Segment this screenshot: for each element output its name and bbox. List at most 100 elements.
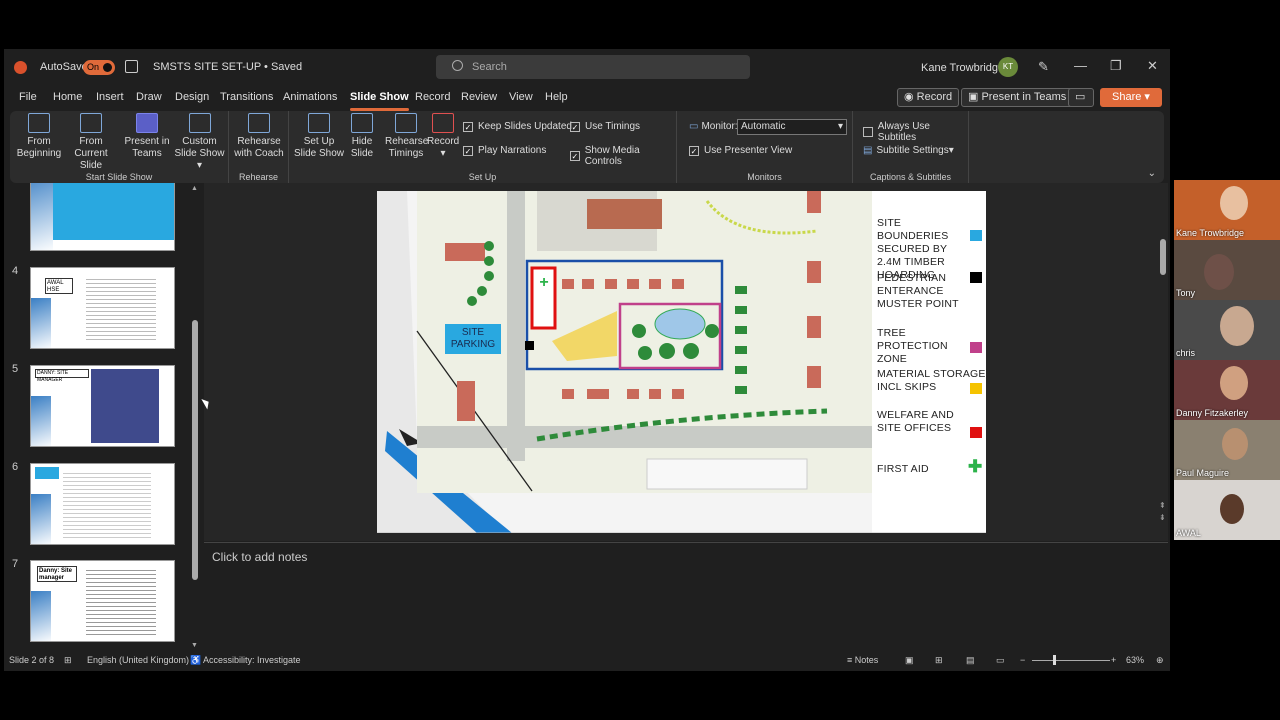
tab-slide-show[interactable]: Slide Show bbox=[350, 91, 409, 111]
user-name[interactable]: Kane Trowbridge bbox=[921, 62, 1004, 74]
monitor-select[interactable]: Automatic ▾ bbox=[737, 119, 847, 135]
participant-face bbox=[1204, 254, 1234, 290]
share-button[interactable]: Share ▾ bbox=[1100, 88, 1162, 107]
legend-swatch-magenta bbox=[970, 342, 982, 353]
slide-thumbnail-4[interactable]: AWAL HSE bbox=[30, 267, 175, 349]
thumb-decor bbox=[31, 396, 51, 446]
zoom-slider-thumb[interactable] bbox=[1053, 655, 1056, 665]
slide-thumbnail-5[interactable]: DANNY: SITE MANAGER bbox=[30, 365, 175, 447]
restore-icon[interactable]: ❐ bbox=[1110, 58, 1122, 74]
slide-show-view-icon[interactable]: ▭ bbox=[996, 655, 1005, 666]
legend-first-aid: FIRST AID bbox=[877, 463, 929, 475]
play-narrations-checkbox[interactable]: ✓ Play Narrations bbox=[463, 145, 546, 156]
language-status[interactable]: English (United Kingdom) bbox=[87, 655, 189, 665]
slide-counter: Slide 2 of 8 bbox=[9, 655, 55, 665]
hide-slide-button[interactable]: Hide Slide bbox=[347, 113, 377, 160]
tab-help[interactable]: Help bbox=[545, 91, 568, 103]
group-label: Set Up bbox=[468, 172, 497, 182]
slide-thumbnail-3[interactable] bbox=[30, 183, 175, 251]
tab-view[interactable]: View bbox=[509, 91, 533, 103]
teams-icon bbox=[136, 113, 158, 133]
tab-review[interactable]: Review bbox=[461, 91, 497, 103]
present-in-teams-button[interactable]: ▣ Present in Teams bbox=[961, 88, 1074, 107]
hide-slide-label: Hide Slide bbox=[350, 136, 374, 159]
prev-slide-icon[interactable]: ⇞ bbox=[1159, 501, 1166, 510]
legend-pedestrian-entrance: PEDESTRIAN ENTERANCE MUSTER POINT bbox=[877, 272, 959, 310]
notes-pane[interactable]: Click to add notes bbox=[204, 542, 1168, 649]
search-box[interactable]: Search bbox=[436, 55, 750, 79]
next-slide-icon[interactable]: ⇟ bbox=[1159, 513, 1166, 522]
minimize-icon[interactable]: — bbox=[1074, 58, 1087, 73]
show-media-controls-checkbox[interactable]: ✓ Show Media Controls bbox=[570, 145, 676, 167]
always-use-subtitles-checkbox[interactable]: Always Use Subtitles bbox=[863, 121, 968, 143]
setup-icon bbox=[308, 113, 330, 133]
tab-file[interactable]: File bbox=[19, 91, 37, 103]
tab-home[interactable]: Home bbox=[53, 91, 82, 103]
spellcheck-icon[interactable]: ⊞ bbox=[64, 655, 72, 666]
use-timings-checkbox[interactable]: ✓ Use Timings bbox=[570, 121, 640, 132]
notes-toggle-label: Notes bbox=[854, 655, 879, 665]
autosave-toggle[interactable]: On bbox=[83, 60, 115, 75]
close-icon[interactable]: ✕ bbox=[1147, 58, 1158, 74]
tab-draw[interactable]: Draw bbox=[136, 91, 162, 103]
from-current-slide-button[interactable]: From Current Slide bbox=[64, 113, 118, 172]
rehearse-with-coach-button[interactable]: Rehearse with Coach bbox=[233, 113, 285, 160]
rehearse-timings-button[interactable]: Rehearse Timings bbox=[385, 113, 428, 160]
save-icon[interactable] bbox=[125, 60, 138, 73]
scrollbar-thumb[interactable] bbox=[192, 320, 198, 580]
tab-insert[interactable]: Insert bbox=[96, 91, 124, 103]
group-label: Start Slide Show bbox=[85, 172, 153, 182]
accessibility-status[interactable]: Accessibility: Investigate bbox=[203, 655, 301, 665]
record-ribbon-label: Record bbox=[427, 136, 460, 147]
zoom-slider[interactable] bbox=[1032, 660, 1110, 661]
tab-transitions[interactable]: Transitions bbox=[220, 91, 273, 103]
tab-animations[interactable]: Animations bbox=[283, 91, 337, 103]
avatar[interactable]: KT bbox=[998, 57, 1018, 77]
current-slide[interactable]: + SITE PARKING SITE BOUNDERIES SECURED B… bbox=[377, 191, 986, 533]
scroll-up-icon[interactable]: ▲ bbox=[191, 185, 198, 192]
normal-view-icon[interactable]: ▣ bbox=[905, 655, 914, 666]
group-label: Captions & Subtitles bbox=[869, 172, 952, 182]
scroll-down-icon[interactable]: ▼ bbox=[191, 642, 198, 649]
notes-toggle[interactable]: ≡ Notes bbox=[847, 655, 878, 665]
slide-sorter-icon[interactable]: ⊞ bbox=[935, 655, 943, 666]
thumb-content bbox=[53, 183, 174, 240]
participant-face bbox=[1220, 306, 1254, 346]
participant-name: Danny Fitzakerley bbox=[1176, 408, 1249, 418]
editor-scrollbar-thumb[interactable] bbox=[1160, 239, 1166, 275]
present-in-teams-ribbon-button[interactable]: Present in Teams bbox=[124, 113, 170, 160]
zoom-in-icon[interactable]: + bbox=[1111, 655, 1116, 665]
set-up-slide-show-button[interactable]: Set Up Slide Show bbox=[293, 113, 345, 160]
document-title[interactable]: SMSTS SITE SET-UP • Saved bbox=[153, 61, 302, 73]
reading-view-icon[interactable]: ▤ bbox=[966, 655, 975, 666]
thumbnails-scrollbar[interactable]: ▲ ▼ bbox=[191, 185, 199, 651]
slide-thumbnail-7[interactable]: Danny: Site manager bbox=[30, 560, 175, 642]
participant-name: Tony bbox=[1176, 288, 1196, 298]
tab-design[interactable]: Design bbox=[175, 91, 209, 103]
comments-button[interactable]: ▭ bbox=[1068, 88, 1094, 107]
keep-slides-updated-checkbox[interactable]: ✓ Keep Slides Updated bbox=[463, 121, 572, 132]
fit-slide-icon[interactable]: ⊕ bbox=[1156, 655, 1164, 666]
pen-icon[interactable]: ✎ bbox=[1038, 59, 1049, 75]
participant-video-danny: Danny Fitzakerley bbox=[1174, 360, 1280, 420]
chevron-down-icon: ▾ bbox=[837, 121, 843, 132]
participant-name: Paul Maguire bbox=[1176, 468, 1230, 478]
record-button-label: Record bbox=[916, 91, 953, 103]
zoom-out-icon[interactable]: − bbox=[1020, 655, 1025, 665]
keep-updated-label: Keep Slides Updated bbox=[478, 121, 572, 132]
tab-record[interactable]: Record bbox=[415, 91, 450, 103]
record-ribbon-button[interactable]: Record ▾ bbox=[427, 113, 459, 160]
zoom-level[interactable]: 63% bbox=[1126, 655, 1144, 665]
custom-show-icon bbox=[188, 113, 211, 133]
custom-slide-show-button[interactable]: Custom Slide Show ▾ bbox=[172, 113, 227, 172]
record-button[interactable]: ◉ Record bbox=[897, 88, 960, 107]
group-label: Rehearse bbox=[238, 172, 279, 182]
use-presenter-view-checkbox[interactable]: ✓ Use Presenter View bbox=[689, 145, 792, 156]
slide-number: 4 bbox=[12, 265, 19, 277]
legend-swatch-yellow bbox=[970, 383, 982, 394]
slide-thumbnail-6[interactable] bbox=[30, 463, 175, 545]
subtitle-settings-button[interactable]: ▤ Subtitle Settings ▾ bbox=[863, 145, 954, 156]
from-beginning-button[interactable]: From Beginning bbox=[16, 113, 62, 160]
thumb-decor bbox=[31, 591, 51, 641]
ribbon-collapse-icon[interactable]: ⌄ bbox=[1148, 168, 1156, 179]
